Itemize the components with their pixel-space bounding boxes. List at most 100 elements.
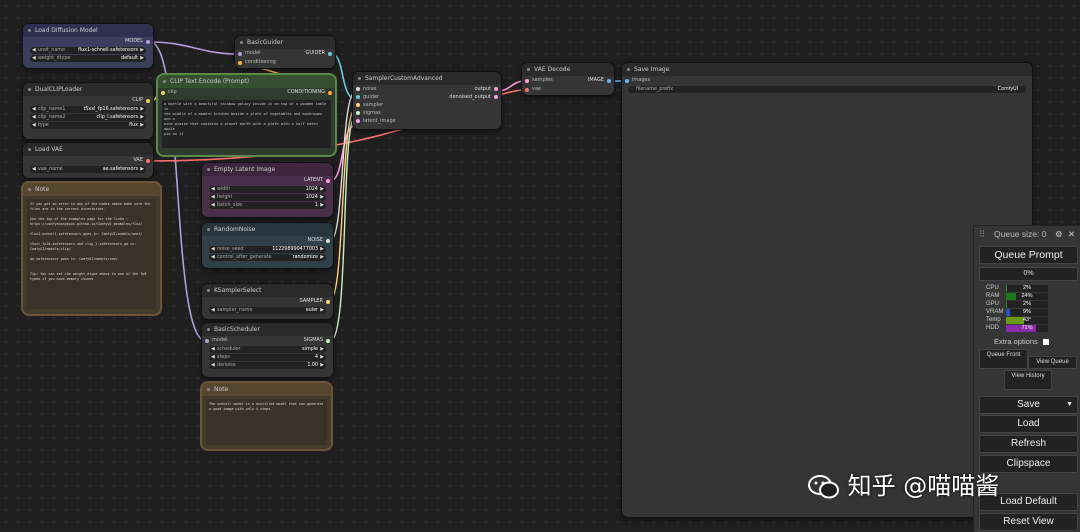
batch-size-widget[interactable]: ◀ batch_size 1 ▶ <box>209 202 326 209</box>
arrow-left-icon[interactable]: ◀ <box>211 307 215 314</box>
collapse-dot[interactable] <box>627 68 630 71</box>
model-input-socket[interactable] <box>238 52 242 56</box>
arrow-left-icon[interactable]: ◀ <box>211 202 215 209</box>
noise-input-socket[interactable] <box>356 87 360 91</box>
arrow-right-icon[interactable]: ▶ <box>140 55 144 62</box>
model-output-socket[interactable] <box>146 40 150 44</box>
arrow-right-icon[interactable]: ▶ <box>140 114 144 121</box>
sigmas-output-socket[interactable] <box>326 339 330 343</box>
arrow-right-icon[interactable]: ▶ <box>320 202 324 209</box>
basic-scheduler-node[interactable]: BasicScheduler model SIGMAS ◀ scheduler sim… <box>202 323 333 377</box>
clip-name2-widget[interactable]: ◀ clip_name2 clip_l.safetensors ▶ <box>30 114 146 121</box>
basic-guider-node[interactable]: BasicGuider model GUIDER conditioning <box>235 36 335 68</box>
noise-seed-widget[interactable]: ◀ noise_seed 112298990477003 ▶ <box>209 246 326 253</box>
load-vae-node[interactable]: Load VAE VAE ◀ vae_name ae.safetensors ▶ <box>23 143 153 178</box>
view-queue-button[interactable]: View Queue <box>1028 356 1077 369</box>
steps-widget[interactable]: ◀ steps 4 ▶ <box>209 354 326 361</box>
arrow-right-icon[interactable]: ▶ <box>140 122 144 129</box>
note-node[interactable]: Note The schnell model is a distilled mo… <box>202 383 331 449</box>
noise-output-socket[interactable] <box>326 239 330 243</box>
type-widget[interactable]: ◀ type flux ▶ <box>30 122 146 129</box>
arrow-left-icon[interactable]: ◀ <box>211 246 215 253</box>
collapse-dot[interactable] <box>207 289 210 292</box>
dual-clip-loader-node[interactable]: DualCLIPLoader CLIP ◀ clip_name1 t5xxl_fp1… <box>23 83 153 139</box>
arrow-left-icon[interactable]: ◀ <box>32 166 36 173</box>
drag-handle-icon[interactable]: ⠿ <box>979 226 985 242</box>
control-after-generate-widget[interactable]: ◀ control_after_generate randomize ▶ <box>209 254 326 261</box>
refresh-button[interactable]: Refresh <box>979 435 1078 453</box>
note-text[interactable]: If you get an error in any of the nodes … <box>27 199 156 309</box>
arrow-left-icon[interactable]: ◀ <box>211 186 215 193</box>
save-button[interactable]: Save ▼ <box>979 396 1078 414</box>
clip-text-encode-node[interactable]: CLIP Text Encode (Prompt) clip CONDITIONI… <box>158 75 335 155</box>
filename-prefix-widget[interactable]: filename_prefix ComfyUI <box>628 86 1026 93</box>
latent-output-socket[interactable] <box>326 179 330 183</box>
arrow-right-icon[interactable]: ▶ <box>320 307 324 314</box>
arrow-left-icon[interactable]: ◀ <box>211 254 215 261</box>
arrow-left-icon[interactable]: ◀ <box>211 354 215 361</box>
denoise-widget[interactable]: ◀ denoise 1.00 ▶ <box>209 362 326 369</box>
arrow-right-icon[interactable]: ▶ <box>140 166 144 173</box>
denoised-output-socket[interactable] <box>494 95 498 99</box>
samples-input-socket[interactable] <box>525 79 529 83</box>
arrow-left-icon[interactable]: ◀ <box>32 114 36 121</box>
sampler-name-widget[interactable]: ◀ sampler_name euler ▶ <box>209 307 326 314</box>
clip-input-socket[interactable] <box>161 91 165 95</box>
vae-output-socket[interactable] <box>146 159 150 163</box>
arrow-right-icon[interactable]: ▶ <box>320 186 324 193</box>
load-diffusion-model-node[interactable]: Load Diffusion Model MODEL ◀ unet_name flu… <box>23 24 153 68</box>
arrow-right-icon[interactable]: ▶ <box>320 362 324 369</box>
gear-icon[interactable]: ⚙ <box>1055 226 1063 242</box>
extra-options-checkbox[interactable] <box>1042 339 1049 346</box>
arrow-left-icon[interactable]: ◀ <box>32 55 36 62</box>
sampler-output-socket[interactable] <box>326 300 330 304</box>
arrow-right-icon[interactable]: ▶ <box>320 194 324 201</box>
collapse-dot[interactable] <box>207 168 210 171</box>
sampler-custom-advanced-node[interactable]: SamplerCustomAdvanced noise output guider… <box>353 72 501 129</box>
arrow-left-icon[interactable]: ◀ <box>211 346 215 353</box>
ksampler-select-node[interactable]: KSamplerSelect SAMPLER ◀ sampler_name eule… <box>202 284 333 319</box>
conditioning-output-socket[interactable] <box>328 91 332 95</box>
guider-output-socket[interactable] <box>328 52 332 56</box>
save-image-node[interactable]: Save Image images filename_prefix ComfyUI <box>622 63 1032 517</box>
guider-input-socket[interactable] <box>356 95 360 99</box>
arrow-right-icon[interactable]: ▶ <box>140 106 144 113</box>
collapse-dot[interactable] <box>358 77 361 80</box>
conditioning-input-socket[interactable] <box>238 61 242 65</box>
collapse-dot[interactable] <box>28 29 31 32</box>
image-output-socket[interactable] <box>607 79 611 83</box>
collapse-dot[interactable] <box>163 80 166 83</box>
close-icon[interactable]: ✕ <box>1068 226 1075 242</box>
note-text[interactable]: The schnell model is a distilled model t… <box>206 399 327 445</box>
vae-input-socket[interactable] <box>525 88 529 92</box>
queue-front-button[interactable]: Queue Front <box>979 349 1028 369</box>
arrow-right-icon[interactable]: ▶ <box>140 47 144 54</box>
arrow-left-icon[interactable]: ◀ <box>211 362 215 369</box>
scheduler-widget[interactable]: ◀ scheduler simple ▶ <box>209 346 326 353</box>
latent-input-socket[interactable] <box>356 119 360 123</box>
reset-view-button[interactable]: Reset View <box>979 513 1078 531</box>
sigmas-input-socket[interactable] <box>356 111 360 115</box>
vae-name-widget[interactable]: ◀ vae_name ae.safetensors ▶ <box>30 166 146 173</box>
arrow-left-icon[interactable]: ◀ <box>211 194 215 201</box>
load-button[interactable]: Load <box>979 415 1078 433</box>
sampler-input-socket[interactable] <box>356 103 360 107</box>
collapse-dot[interactable] <box>240 41 243 44</box>
collapse-dot[interactable] <box>207 388 210 391</box>
arrow-right-icon[interactable]: ▶ <box>320 254 324 261</box>
model-input-socket[interactable] <box>205 339 209 343</box>
arrow-left-icon[interactable]: ◀ <box>32 106 36 113</box>
unet-name-widget[interactable]: ◀ unet_name flux1-schnell.safetensors ▶ <box>30 47 146 54</box>
collapse-dot[interactable] <box>527 68 530 71</box>
chevron-down-icon[interactable]: ▼ <box>1066 397 1073 413</box>
images-input-socket[interactable] <box>625 79 629 83</box>
collapse-dot[interactable] <box>28 88 31 91</box>
view-history-button[interactable]: View History <box>1004 370 1052 390</box>
output-socket[interactable] <box>494 87 498 91</box>
note-node[interactable]: Note If you get an error in any of the n… <box>23 183 160 314</box>
prompt-text-input[interactable]: a bottle with a beautiful rainbow galaxy… <box>162 100 331 148</box>
queue-prompt-button[interactable]: Queue Prompt <box>979 246 1078 264</box>
collapse-dot[interactable] <box>28 148 31 151</box>
arrow-right-icon[interactable]: ▶ <box>320 346 324 353</box>
arrow-left-icon[interactable]: ◀ <box>32 47 36 54</box>
